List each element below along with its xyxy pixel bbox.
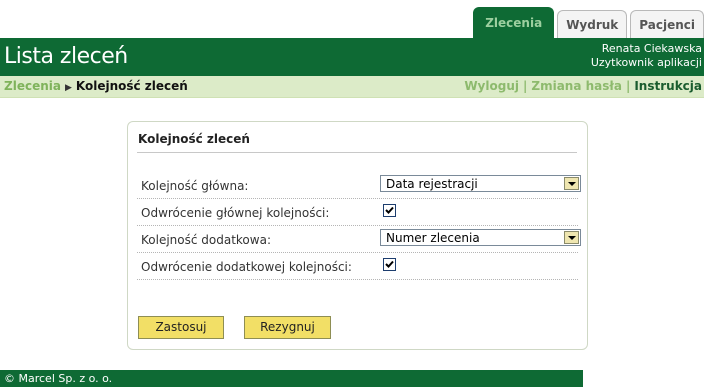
change-password-link[interactable]: Zmiana hasła xyxy=(531,79,622,93)
main-reverse-checkbox[interactable] xyxy=(383,204,396,217)
link-separator: | xyxy=(522,79,528,93)
row-main-order: Kolejność główna: Data rejestracji xyxy=(137,172,581,199)
footer-bar: © Marcel Sp. z o. o. xyxy=(0,370,583,387)
copyright-text: © Marcel Sp. z o. o. xyxy=(4,372,113,385)
breadcrumb-arrow-icon: ▶ xyxy=(64,83,72,93)
main-order-label: Kolejność główna: xyxy=(141,179,249,193)
header-bar: Lista zleceń Renata Ciekawska Uzytkownik… xyxy=(0,38,704,76)
account-links: Wyloguj | Zmiana hasła | Instrukcja xyxy=(464,79,702,93)
chevron-down-icon[interactable] xyxy=(564,231,579,244)
page-title: Lista zleceń xyxy=(4,44,128,69)
breadcrumb: Zlecenia ▶ Kolejność zleceń xyxy=(4,79,188,93)
extra-reverse-label: Odwrócenie dodatkowej kolejności: xyxy=(141,260,352,274)
breadcrumb-link-zlecenia[interactable]: Zlecenia xyxy=(4,79,61,93)
main-reverse-label: Odwrócenie głównej kolejności: xyxy=(141,206,330,220)
check-icon xyxy=(385,260,394,268)
user-role: Uzytkownik aplikacji xyxy=(590,56,702,69)
panel-divider xyxy=(137,152,577,153)
panel-title: Kolejność zleceń xyxy=(138,132,250,146)
chevron-down-icon[interactable] xyxy=(564,177,579,190)
main-order-select[interactable]: Data rejestracji xyxy=(380,175,581,192)
tab-zlecenia[interactable]: Zlecenia xyxy=(473,7,555,38)
breadcrumb-current: Kolejność zleceń xyxy=(75,79,188,93)
extra-reverse-checkbox[interactable] xyxy=(383,258,396,271)
tab-pacjenci[interactable]: Pacjenci xyxy=(630,10,704,38)
nav-bar: Zlecenia ▶ Kolejność zleceń Wyloguj | Zmiana… xyxy=(0,76,704,98)
row-extra-order: Kolejność dodatkowa: Numer zlecenia xyxy=(137,226,581,253)
top-tabs: Zlecenia Wydruk Pacjenci xyxy=(470,7,704,38)
tab-wydruk[interactable]: Wydruk xyxy=(557,10,628,38)
apply-button[interactable]: Zastosuj xyxy=(138,316,224,339)
extra-order-select[interactable]: Numer zlecenia xyxy=(380,229,581,246)
order-settings-panel: Kolejność zleceń Kolejność główna: Data … xyxy=(127,121,588,350)
logout-link[interactable]: Wyloguj xyxy=(464,79,519,93)
check-icon xyxy=(385,206,394,214)
cancel-button[interactable]: Rezygnuj xyxy=(244,316,331,339)
extra-order-value: Numer zlecenia xyxy=(386,231,480,245)
row-main-reverse: Odwrócenie głównej kolejności: xyxy=(137,199,578,226)
user-name: Renata Ciekawska xyxy=(601,42,702,55)
extra-order-label: Kolejność dodatkowa: xyxy=(141,233,271,247)
instructions-link[interactable]: Instrukcja xyxy=(634,79,702,93)
link-separator: | xyxy=(625,79,631,93)
main-order-value: Data rejestracji xyxy=(386,177,478,191)
user-info: Renata Ciekawska Uzytkownik aplikacji xyxy=(591,42,702,70)
row-extra-reverse: Odwrócenie dodatkowej kolejności: xyxy=(137,253,578,280)
